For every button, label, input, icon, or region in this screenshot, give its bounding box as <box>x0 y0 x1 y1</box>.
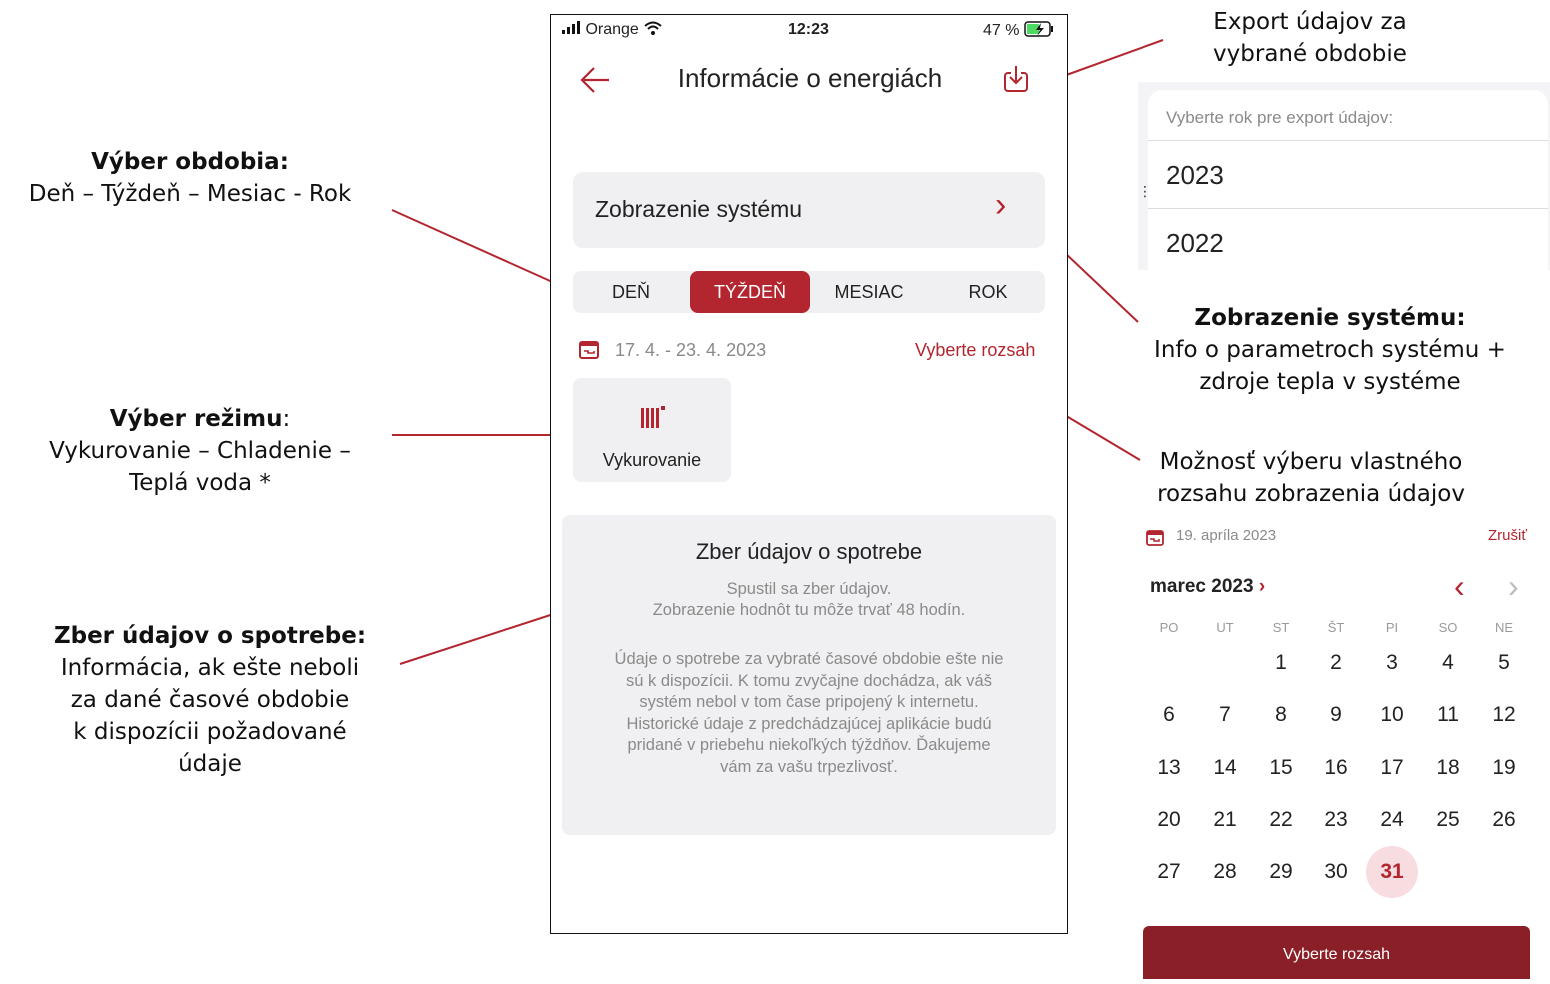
export-year-option[interactable]: 2022 <box>1166 228 1224 259</box>
calendar-day[interactable]: 4 <box>1428 651 1468 675</box>
calendar-day[interactable]: 5 <box>1484 651 1524 675</box>
calendar-day[interactable]: 29 <box>1261 860 1301 884</box>
calendar-weekday-header: ŠT <box>1327 620 1345 635</box>
drag-handle-icon: ⋮ <box>1138 184 1152 200</box>
info-card-body: Údaje o spotrebe za vybraté časové obdob… <box>562 649 1056 778</box>
calendar-day[interactable]: 26 <box>1484 808 1524 832</box>
calendar-next-month-icon[interactable]: › <box>1508 568 1519 605</box>
info-card-subtitle: Spustil sa zber údajov. Zobrazenie hodnô… <box>562 579 1056 621</box>
calendar-day[interactable]: 10 <box>1372 703 1412 727</box>
page-title: Informácie o energiách <box>677 63 943 93</box>
radiator-icon <box>641 406 665 428</box>
status-carrier: Orange <box>585 21 639 38</box>
period-selector: DEŇ TÝŽDEŇ MESIAC ROK <box>573 271 1045 313</box>
calendar-day[interactable]: 23 <box>1316 808 1356 832</box>
calendar-day[interactable]: 19 <box>1484 756 1524 780</box>
system-view-button[interactable]: Zobrazenie systému › <box>573 172 1045 248</box>
status-battery-group: 47 % <box>983 21 1054 40</box>
calendar-month-selector[interactable]: marec 2023 › <box>1150 576 1265 598</box>
system-view-label: Zobrazenie systému <box>595 196 803 222</box>
calendar-weekday-header: ST <box>1272 620 1290 635</box>
calendar-day-selected[interactable]: 31 <box>1372 860 1412 884</box>
export-year-prompt: Vyberte rok pre export údajov: <box>1166 108 1394 127</box>
calendar-day[interactable]: 12 <box>1484 703 1524 727</box>
wifi-icon <box>644 21 662 35</box>
divider <box>1148 208 1548 209</box>
calendar-weekday-header: PI <box>1385 620 1399 635</box>
info-card-subtitle-line: Zobrazenie hodnôt tu môže trvať 48 hodín… <box>652 601 966 619</box>
period-tab-day[interactable]: DEŇ <box>583 271 679 313</box>
info-card-body-line: Historické údaje z predchádzajúcej aplik… <box>626 714 992 733</box>
info-card-title: Zber údajov o spotrebe <box>695 539 923 564</box>
mode-tile-label: Vykurovanie <box>602 450 702 470</box>
calendar-weekday-header: NE <box>1494 620 1514 635</box>
phone-screen: Orange 12:23 47 % Informácie o energiách… <box>550 14 1068 934</box>
range-calendar: 19. apríla 2023 Zrušiť marec 2023 › ‹ › … <box>1138 520 1550 979</box>
select-range-button[interactable]: Vyberte rozsah <box>1143 926 1530 979</box>
calendar-prev-month-icon[interactable]: ‹ <box>1454 568 1465 605</box>
calendar-weekday-header: UT <box>1216 620 1234 635</box>
select-range-link[interactable]: Vyberte rozsah <box>915 340 1035 361</box>
connector-period <box>391 209 569 290</box>
calendar-weekday-header: SO <box>1438 620 1458 635</box>
export-year-option[interactable]: 2023 <box>1166 160 1224 191</box>
info-card-body-line: sú k dispozícii. K tomu zvyčajne dochádz… <box>626 671 992 690</box>
calendar-day[interactable]: 6 <box>1149 703 1189 727</box>
export-year-sheet: Vyberte rok pre export údajov: 2023 2022 <box>1148 90 1548 270</box>
calendar-selected-date: 19. apríla 2023 <box>1176 527 1277 544</box>
status-battery: 47 % <box>983 22 1020 39</box>
calendar-day[interactable]: 18 <box>1428 756 1468 780</box>
calendar-day[interactable]: 8 <box>1261 703 1301 727</box>
info-card-body-line: pridané v priebehu niekoľkých týždňov. Ď… <box>627 736 991 754</box>
export-year-panel: Vyberte rok pre export údajov: 2023 2022… <box>1138 82 1550 270</box>
calendar-day[interactable]: 7 <box>1205 703 1245 727</box>
calendar-icon <box>579 341 599 359</box>
calendar-day[interactable]: 21 <box>1205 808 1245 832</box>
calendar-day[interactable]: 27 <box>1149 860 1189 884</box>
calendar-day[interactable]: 17 <box>1372 756 1412 780</box>
divider <box>1148 140 1548 141</box>
calendar-day[interactable]: 2 <box>1316 651 1356 675</box>
download-icon[interactable] <box>1003 65 1029 93</box>
date-range-text: 17. 4. - 23. 4. 2023 <box>615 340 767 360</box>
info-card-body-line: Údaje o spotrebe za vybraté časové obdob… <box>614 650 1004 668</box>
calendar-month-label: marec 2023 <box>1150 576 1254 597</box>
consumption-info-card: Zber údajov o spotrebe Spustil sa zber ú… <box>562 515 1056 835</box>
calendar-day[interactable]: 30 <box>1316 860 1356 884</box>
period-tab-week[interactable]: TÝŽDEŇ <box>690 271 810 313</box>
info-card-body-line: vám za vašu trpezlivosť. <box>720 757 898 776</box>
calendar-day[interactable]: 24 <box>1372 808 1412 832</box>
mode-tile-heating[interactable]: Vykurovanie <box>573 378 731 482</box>
calendar-day[interactable]: 25 <box>1428 808 1468 832</box>
calendar-day[interactable]: 3 <box>1372 651 1412 675</box>
calendar-day[interactable]: 22 <box>1261 808 1301 832</box>
period-tab-year[interactable]: ROK <box>933 271 1043 313</box>
calendar-cancel-button[interactable]: Zrušiť <box>1488 527 1527 544</box>
status-time: 12:23 <box>788 21 829 38</box>
period-tab-month[interactable]: MESIAC <box>813 271 925 313</box>
signal-icon <box>562 21 580 34</box>
battery-icon <box>1024 21 1053 37</box>
calendar-weekday-header: PO <box>1159 620 1179 635</box>
calendar-day[interactable]: 11 <box>1428 703 1468 727</box>
info-card-body-line: systém nebol v tom čase pripojený k inte… <box>639 693 979 711</box>
status-carrier-group: Orange <box>561 21 663 39</box>
chevron-right-icon: › <box>1258 576 1266 597</box>
calendar-day[interactable]: 16 <box>1316 756 1356 780</box>
calendar-day[interactable]: 20 <box>1149 808 1189 832</box>
calendar-day[interactable]: 9 <box>1316 703 1356 727</box>
chevron-right-icon: › <box>995 186 1007 224</box>
calendar-day[interactable]: 28 <box>1205 860 1245 884</box>
calendar-day[interactable]: 13 <box>1149 756 1189 780</box>
info-card-subtitle-line: Spustil sa zber údajov. <box>726 580 892 598</box>
calendar-day[interactable]: 15 <box>1261 756 1301 780</box>
calendar-day[interactable]: 1 <box>1261 651 1301 675</box>
calendar-icon <box>1146 530 1164 546</box>
calendar-day[interactable]: 14 <box>1205 756 1245 780</box>
